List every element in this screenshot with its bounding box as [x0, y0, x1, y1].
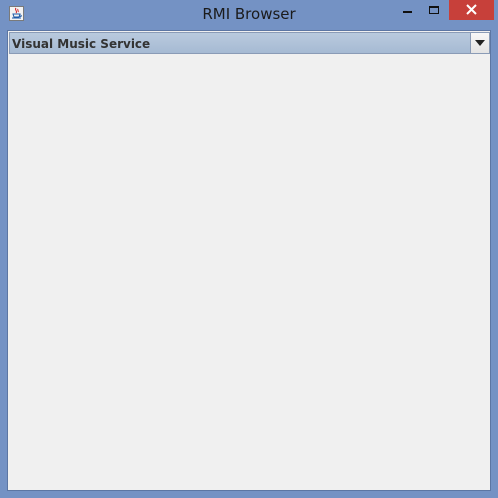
service-panel: [9, 55, 489, 489]
close-icon: [466, 4, 477, 15]
app-window: RMI Browser Visual Music Service: [0, 0, 498, 498]
service-selected-value: Visual Music Service: [12, 37, 151, 51]
close-button[interactable]: [449, 0, 494, 20]
maximize-icon: [429, 6, 439, 14]
service-combobox[interactable]: Visual Music Service: [9, 32, 490, 54]
title-bar[interactable]: RMI Browser: [0, 0, 498, 30]
chevron-down-icon: [475, 40, 485, 46]
combobox-dropdown-button[interactable]: [470, 33, 489, 53]
minimize-icon: [403, 11, 412, 13]
maximize-button[interactable]: [421, 0, 447, 20]
content-area: Visual Music Service: [7, 30, 491, 491]
minimize-button[interactable]: [393, 0, 421, 20]
